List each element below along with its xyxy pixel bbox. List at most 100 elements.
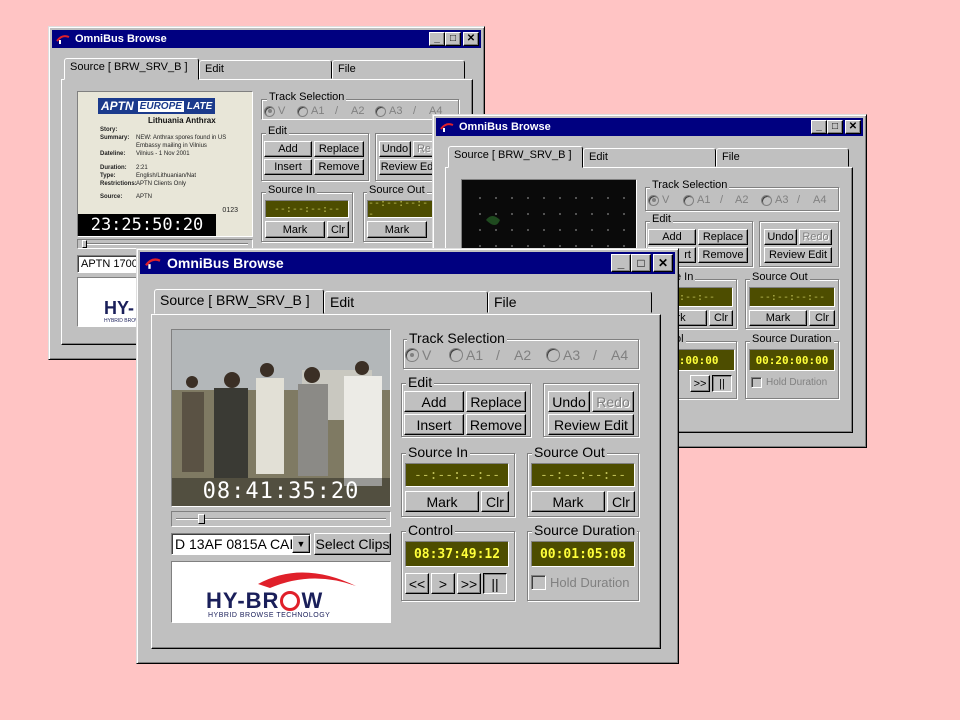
replace-button[interactable]: Replace [698, 229, 748, 245]
undo-button[interactable]: Undo [764, 229, 797, 245]
title-bar[interactable]: OmniBus Browse _ □ ✕ [436, 118, 863, 136]
hold-duration-checkbox[interactable]: Hold Duration [751, 377, 827, 388]
video-preview[interactable]: APTN EUROPE LATE Lithuania Anthrax Story… [77, 91, 253, 237]
video-preview[interactable]: 08:41:35:20 [171, 329, 391, 507]
overlay-header-2: EUROPE [137, 100, 184, 112]
hold-duration-checkbox[interactable]: Hold Duration [531, 575, 630, 590]
minimize-icon[interactable]: _ [811, 120, 827, 134]
source-in-clr-button[interactable]: Clr [481, 491, 509, 512]
slider-thumb[interactable] [198, 514, 205, 524]
redo-button[interactable]: Redo [592, 391, 634, 412]
track-separator: / [496, 347, 500, 363]
close-icon[interactable]: ✕ [463, 32, 479, 46]
omnibus-swoosh-icon [145, 258, 161, 269]
tab-edit[interactable]: Edit [199, 60, 332, 79]
rewind-button[interactable]: << [405, 573, 429, 594]
remove-button[interactable]: Remove [314, 159, 364, 175]
pause-button[interactable]: || [712, 375, 732, 392]
remove-button[interactable]: Remove [466, 414, 526, 435]
source-out-mark-button[interactable]: Mark [749, 310, 807, 326]
title-bar[interactable]: OmniBus Browse _ □ ✕ [140, 252, 675, 274]
title-bar[interactable]: OmniBus Browse _ □ ✕ [52, 30, 481, 48]
tab-source[interactable]: Source [ BRW_SRV_B ] [64, 58, 199, 80]
source-out-clr-button[interactable]: Clr [809, 310, 835, 326]
tab-file[interactable]: File [488, 291, 652, 313]
tab-edit[interactable]: Edit [324, 291, 488, 313]
review-edit-button[interactable]: Review Ed [379, 159, 435, 175]
track-a3-radio[interactable]: A3 [761, 194, 788, 206]
review-edit-button[interactable]: Review Edit [548, 414, 634, 435]
source-out-display: --:--:--:-- [367, 198, 435, 220]
source-in-mark-button[interactable]: Mark [265, 221, 325, 238]
slider-thumb[interactable] [82, 240, 87, 248]
source-duration-label: Source Duration [532, 522, 638, 538]
play-button[interactable]: > [431, 573, 455, 594]
overlay-row: Dateline: Vilnius - 1 Nov 2001 [100, 151, 190, 157]
minimize-icon[interactable]: _ [429, 32, 445, 46]
fast-forward-button[interactable]: >> [457, 573, 481, 594]
overlay-row: Summary: NEW: Anthrax spores found in US … [100, 135, 227, 149]
remove-button[interactable]: Remove [698, 247, 748, 263]
maximize-icon[interactable]: □ [445, 32, 461, 46]
insert-button[interactable]: Insert [404, 414, 464, 435]
window-title: OmniBus Browse [459, 121, 551, 133]
source-out-mark-button[interactable]: Mark [367, 221, 427, 238]
scrub-slider[interactable] [171, 511, 391, 527]
undo-button[interactable]: Undo [548, 391, 590, 412]
replace-button[interactable]: Replace [466, 391, 526, 412]
source-out-label: Source Out [750, 271, 810, 283]
add-button[interactable]: Add [404, 391, 464, 412]
source-duration-display: 00:20:00:00 [749, 349, 835, 371]
source-in-display: --:--:--:-- [405, 463, 509, 487]
source-in-clr-button[interactable]: Clr [327, 221, 349, 238]
add-button[interactable]: Add [648, 229, 696, 245]
redo-button[interactable]: Redo [799, 229, 832, 245]
undo-button[interactable]: Undo [379, 141, 411, 157]
insert-button[interactable]: Insert [264, 159, 312, 175]
overlay-row: Type: English/Lithuanian/Nat [100, 173, 197, 179]
clip-select[interactable]: APTN 1700 [77, 255, 143, 273]
track-a1-radio[interactable]: A1 [449, 347, 483, 363]
add-button[interactable]: Add [264, 141, 312, 157]
close-icon[interactable]: ✕ [653, 254, 673, 272]
edit-label: Edit [650, 213, 673, 225]
source-out-mark-button[interactable]: Mark [531, 491, 605, 512]
select-clips-button[interactable]: Select Clips [314, 533, 391, 555]
overlay-row: Restrictions: APTN Clients Only [100, 181, 187, 187]
pause-button[interactable]: || [483, 573, 507, 594]
source-out-display: --:--:--:-- [749, 287, 835, 307]
track-v-radio[interactable]: V [264, 105, 285, 117]
overlay-title: Lithuania Anthrax [148, 116, 216, 125]
control-display: 08:37:49:12 [405, 541, 509, 567]
clip-select[interactable]: D 13AF 0815A CAI ▼ [171, 533, 311, 555]
maximize-icon[interactable]: □ [827, 120, 843, 134]
replace-button[interactable]: Replace [314, 141, 364, 157]
track-a1-radio[interactable]: A1 [683, 194, 710, 206]
minimize-icon[interactable]: _ [611, 254, 631, 272]
timecode-readout: 08:41:35:20 [172, 478, 390, 506]
track-a3-radio[interactable]: A3 [375, 105, 402, 117]
review-edit-button[interactable]: Review Edit [764, 247, 832, 263]
track-a3-radio[interactable]: A3 [546, 347, 580, 363]
track-a4-label: A4 [611, 347, 629, 363]
source-out-clr-button[interactable]: Clr [607, 491, 635, 512]
source-in-label: Source In [266, 184, 318, 196]
logo-text-b: W [301, 588, 324, 613]
fast-forward-button[interactable]: >> [690, 375, 710, 392]
tab-file[interactable]: File [332, 60, 465, 79]
video-preview[interactable] [461, 179, 637, 251]
close-icon[interactable]: ✕ [845, 120, 861, 134]
omnibus-swoosh-icon [440, 123, 454, 132]
track-v-radio[interactable]: V [405, 347, 431, 363]
track-a1-radio[interactable]: A1 [297, 105, 324, 117]
maximize-icon[interactable]: □ [631, 254, 651, 272]
chevron-down-icon[interactable]: ▼ [292, 535, 310, 553]
source-in-clr-button[interactable]: Clr [709, 310, 733, 326]
track-v-radio[interactable]: V [648, 194, 669, 206]
track-selection-label: Track Selection [267, 91, 347, 103]
tab-source[interactable]: Source [ BRW_SRV_B ] [448, 146, 583, 168]
source-in-mark-button[interactable]: Mark [405, 491, 479, 512]
tab-file[interactable]: File [716, 148, 849, 167]
tab-edit[interactable]: Edit [583, 148, 716, 167]
tab-source[interactable]: Source [ BRW_SRV_B ] [154, 289, 324, 314]
